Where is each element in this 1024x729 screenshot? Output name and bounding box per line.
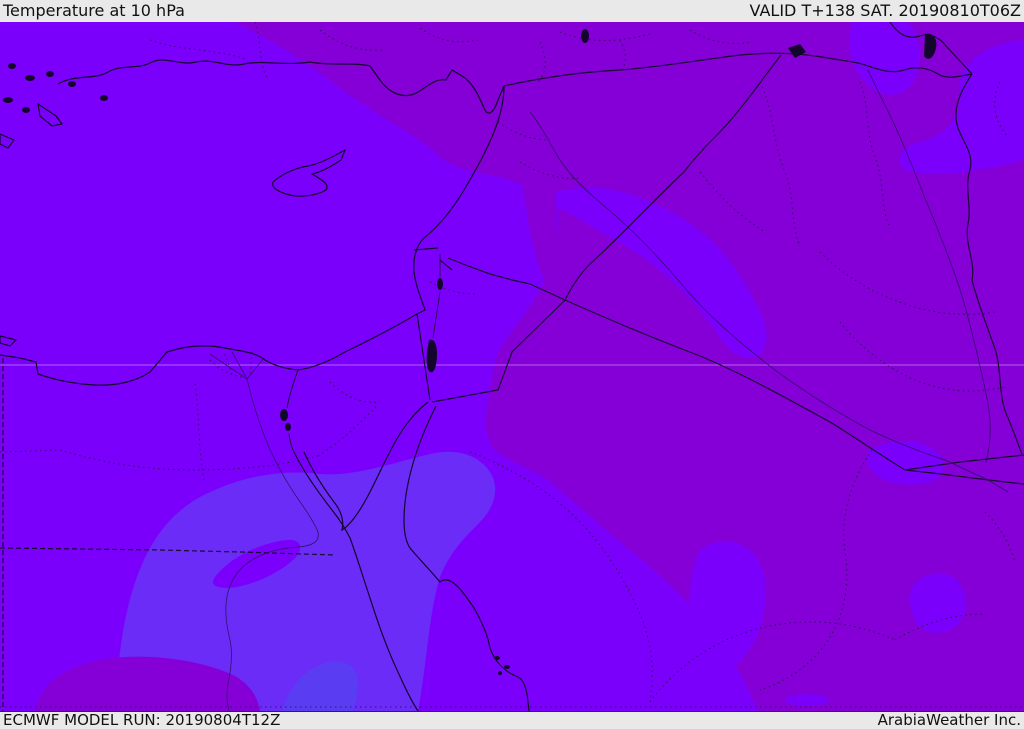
model-run-label: ECMWF MODEL RUN: 20190804T12Z xyxy=(3,711,281,729)
aegean-island xyxy=(46,71,54,77)
aegean-island xyxy=(3,97,13,103)
aegean-island xyxy=(25,75,35,81)
violet-lens-bottom xyxy=(785,694,829,706)
red-sea-islet xyxy=(494,656,500,660)
bitter-lake xyxy=(280,409,288,421)
aegean-island xyxy=(68,81,76,87)
valid-time-label: VALID T+138 SAT. 20190810T06Z xyxy=(749,1,1021,20)
aegean-island xyxy=(100,95,108,101)
header-bar: Temperature at 10 hPa VALID T+138 SAT. 2… xyxy=(0,0,1024,22)
brand-label: ArabiaWeather Inc. xyxy=(877,711,1021,729)
map-title: Temperature at 10 hPa xyxy=(3,1,185,20)
aegean-island xyxy=(8,63,16,69)
aegean-island xyxy=(22,107,30,113)
sea-of-galilee xyxy=(437,278,443,290)
bitter-lake-small xyxy=(285,423,291,431)
footer-bar: ECMWF MODEL RUN: 20190804T12Z ArabiaWeat… xyxy=(0,711,1024,729)
red-sea-islet xyxy=(498,671,502,675)
temperature-map-canvas xyxy=(0,22,1024,711)
violet-hole-east-saudi xyxy=(909,573,967,633)
lake-tuz xyxy=(581,29,589,43)
weather-map xyxy=(0,22,1024,711)
red-sea-islet xyxy=(504,665,510,669)
